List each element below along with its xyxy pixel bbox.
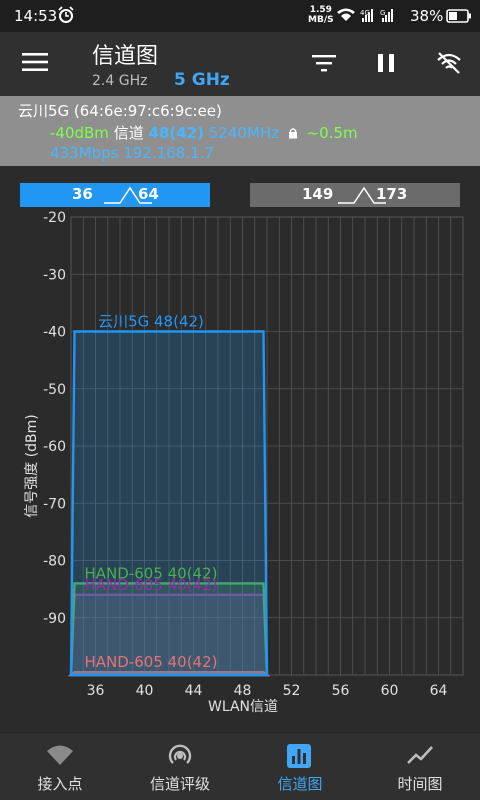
x-tick-label: 44	[185, 683, 203, 699]
distance-value: ~0.5m	[306, 124, 358, 142]
x-tick-label: 52	[283, 683, 301, 699]
bottom-nav: 接入点 信道评级 信道图 时间图	[0, 732, 480, 800]
bar-chart-icon	[287, 744, 311, 768]
band-24ghz-tab[interactable]: 2.4 GHz	[92, 73, 147, 89]
x-tick-label: 40	[136, 683, 154, 699]
menu-icon[interactable]	[22, 52, 48, 72]
svg-text:G: G	[380, 9, 385, 17]
x-tick-label: 48	[234, 683, 252, 699]
y-tick-label: -30	[43, 267, 66, 283]
series-label: HAND-605 40(42)	[84, 653, 217, 671]
frequency-value: 5240MHz	[208, 124, 280, 142]
nav-label: 信道评级	[149, 775, 210, 793]
channel-value: 48(42)	[148, 124, 204, 142]
series-shape	[69, 330, 269, 677]
radar-icon	[168, 744, 192, 764]
y-tick-label: -50	[43, 382, 66, 398]
range-high: 173	[376, 185, 408, 203]
line-chart-icon	[407, 746, 433, 764]
connected-ssid: 云川5G (64:6e:97:c6:9c:ee)	[18, 102, 222, 120]
range-tab-36-64[interactable]: 36 64	[20, 183, 210, 207]
x-tick-label: 64	[430, 683, 448, 699]
battery-percent: 38%	[410, 7, 444, 25]
x-tick-label: 60	[381, 683, 399, 699]
app-bar: 信道图 2.4 GHz 5 GHz	[0, 32, 480, 96]
y-tick-label: -40	[43, 325, 66, 341]
wifi-icon	[47, 745, 73, 765]
nav-access-points[interactable]: 接入点	[0, 733, 120, 800]
page-title: 信道图	[92, 44, 159, 69]
link-speed-ip: 433Mbps 192.168.1.7	[50, 144, 214, 162]
alarm-icon	[58, 6, 74, 23]
y-axis-label: 信号强度 (dBm)	[24, 414, 40, 518]
range-low: 36	[72, 185, 93, 203]
band-5ghz-tab[interactable]: 5 GHz	[174, 70, 230, 90]
series-label: 云川5G 48(42)	[98, 313, 204, 331]
signal-icons: 4G G	[337, 8, 393, 22]
signal-strength: -40dBm	[50, 124, 109, 142]
y-tick-label: -20	[43, 210, 66, 226]
nav-channel-rating[interactable]: 信道评级	[120, 733, 240, 800]
range-tab-149-173[interactable]: 149 173	[250, 183, 460, 207]
nav-label: 信道图	[277, 775, 323, 793]
nav-channel-graph[interactable]: 信道图	[240, 733, 360, 800]
x-tick-label: 36	[87, 683, 105, 699]
x-axis-label: WLAN信道	[208, 699, 278, 715]
x-tick-label: 56	[332, 683, 350, 699]
status-bar: 14:53 1.59 MB/S 4G G 38%	[0, 0, 480, 32]
network-speed: 1.59 MB/S	[308, 5, 334, 25]
nav-time-graph[interactable]: 时间图	[360, 733, 480, 800]
y-tick-label: -70	[43, 496, 66, 512]
nav-label: 接入点	[37, 775, 83, 793]
y-tick-label: -80	[43, 554, 66, 570]
filter-icon[interactable]	[312, 54, 336, 72]
connection-info-panel[interactable]: 云川5G (64:6e:97:c6:9c:ee) -40dBm 信道 48(42…	[0, 96, 480, 166]
status-time: 14:53	[14, 7, 58, 25]
range-low: 149	[302, 185, 334, 203]
series-label: HAND-605 40(42)	[84, 576, 217, 594]
y-tick-label: -90	[43, 611, 66, 627]
channel-label: 信道	[113, 124, 144, 142]
y-tick-label: -60	[43, 439, 66, 455]
lock-icon	[288, 128, 297, 139]
battery-icon	[446, 9, 471, 23]
channel-graph-svg: -20 -30 -40 -50 -60 -70 -80 -90 36 40 44 48 52 56 60 64…	[24, 210, 464, 715]
nav-label: 时间图	[397, 775, 443, 793]
range-high: 64	[138, 185, 159, 203]
wifi-off-icon[interactable]	[436, 50, 462, 76]
pause-icon[interactable]	[377, 53, 395, 73]
connection-details: -40dBm 信道 48(42) 5240MHz ~0.5m	[50, 122, 358, 143]
channel-graph: -20 -30 -40 -50 -60 -70 -80 -90 36 40 44 48 52 56 60 64…	[0, 207, 480, 732]
